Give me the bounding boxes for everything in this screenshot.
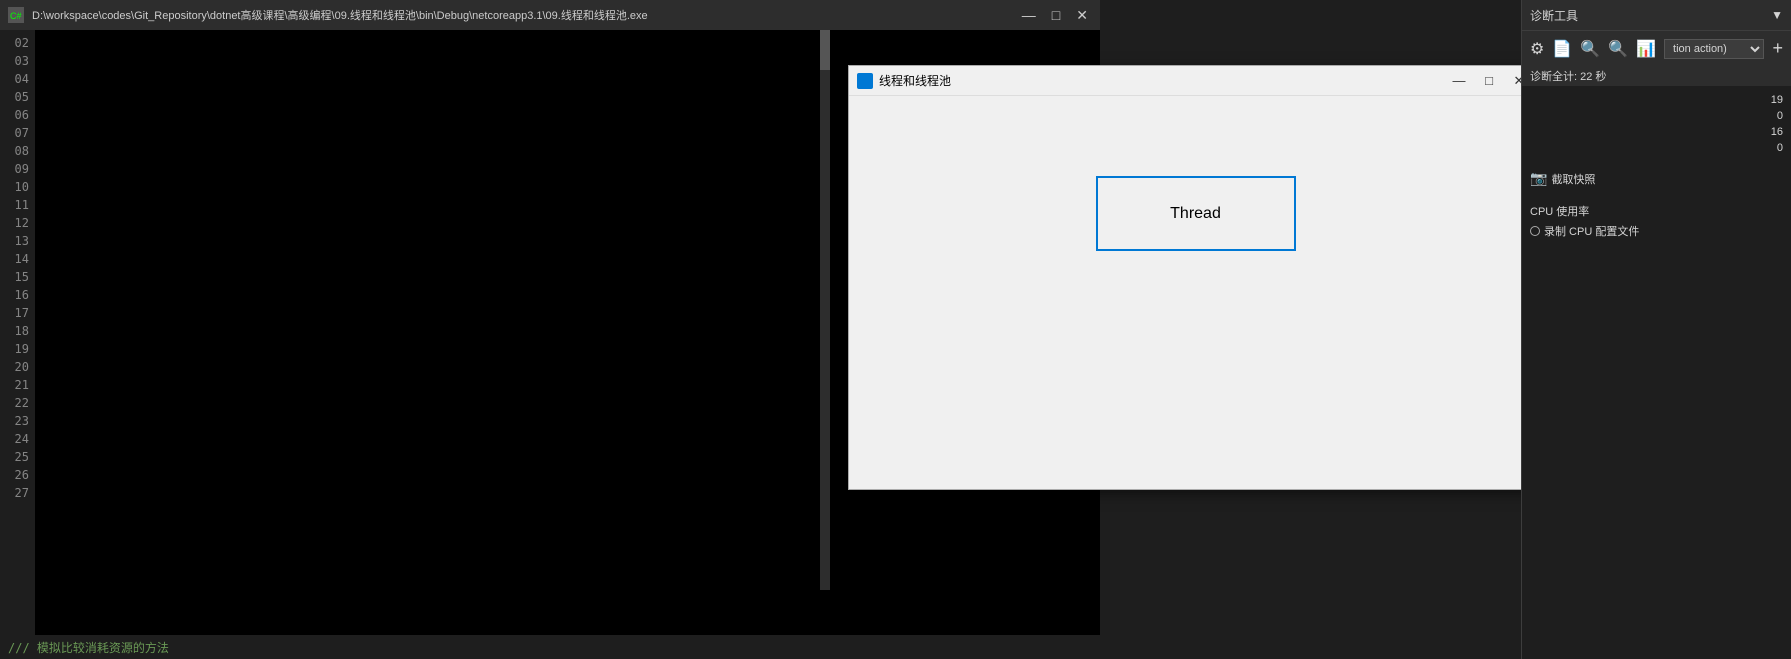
line-numbers: 0203040506070809101112131415161718192021… (0, 30, 35, 659)
scrollbar-thumb[interactable] (820, 30, 830, 70)
snapshot-section: 📷 截取快照 (1530, 170, 1783, 187)
line-number: 25 (15, 448, 29, 466)
line-number: 03 (15, 52, 29, 70)
line-number: 22 (15, 394, 29, 412)
line-number: 02 (15, 34, 29, 52)
record-cpu-label: 录制 CPU 配置文件 (1544, 223, 1639, 239)
chart-icon[interactable]: 📊 (1636, 39, 1656, 59)
diagnostics-summary: 诊断全计: 22 秒 (1522, 66, 1791, 86)
counter-row-4: 0 (1530, 142, 1783, 154)
gear-icon[interactable]: ⚙ (1530, 39, 1544, 59)
doc-icon[interactable]: 📄 (1552, 39, 1572, 59)
diagnostics-body: 19 0 16 0 📷 截取快照 CPU 使用率 (1522, 86, 1791, 659)
counter-val-3: 16 (1771, 126, 1783, 138)
bottom-code-bar: /// 模拟比较消耗资源的方法 (0, 635, 1100, 659)
wpf-window: 线程和线程池 — □ ✕ Thread (848, 65, 1543, 490)
line-number: 19 (15, 340, 29, 358)
snapshot-btn[interactable]: 📷 截取快照 (1530, 170, 1783, 187)
snapshot-icon: 📷 (1530, 170, 1547, 187)
line-number: 23 (15, 412, 29, 430)
record-cpu-btn[interactable]: 录制 CPU 配置文件 (1530, 223, 1783, 239)
counter-row-1: 19 (1530, 94, 1783, 106)
diagnostics-panel: 诊断工具 ▼ ⚙ 📄 🔍 🔍 📊 tion action) + 诊断全计: 22… (1521, 0, 1791, 659)
diagnostics-title: 诊断工具 (1530, 7, 1578, 24)
line-number: 21 (15, 376, 29, 394)
counter-val-1: 19 (1771, 94, 1783, 106)
counter-row-2: 0 (1530, 110, 1783, 122)
diagnostics-counters: 19 0 16 0 (1530, 94, 1783, 154)
cpu-section: CPU 使用率 录制 CPU 配置文件 (1530, 203, 1783, 239)
code-comment: /// 模拟比较消耗资源的方法 (8, 639, 169, 656)
counter-val-2: 0 (1777, 110, 1783, 122)
line-number: 06 (15, 106, 29, 124)
console-title-path: D:\workspace\codes\Git_Repository\dotnet… (32, 7, 1010, 23)
console-close-btn[interactable]: ✕ (1072, 7, 1092, 24)
line-number: 14 (15, 250, 29, 268)
wpf-minimize-btn[interactable]: — (1444, 67, 1474, 95)
line-number: 13 (15, 232, 29, 250)
cpu-section-title: CPU 使用率 (1530, 203, 1783, 219)
wpf-title-bar: 线程和线程池 — □ ✕ (849, 66, 1542, 96)
line-number: 08 (15, 142, 29, 160)
line-number: 11 (15, 196, 29, 214)
console-title-bar: C# D:\workspace\codes\Git_Repository\dot… (0, 0, 1100, 30)
zoom-icon[interactable]: 🔍 (1608, 39, 1628, 59)
search-icon[interactable]: 🔍 (1580, 39, 1600, 59)
action-dropdown[interactable]: tion action) (1664, 39, 1764, 59)
snapshot-label: 截取快照 (1551, 171, 1595, 187)
line-number: 17 (15, 304, 29, 322)
wpf-app-icon (857, 73, 873, 89)
wpf-maximize-btn[interactable]: □ (1474, 67, 1504, 95)
diagnostics-header: 诊断工具 ▼ (1522, 0, 1791, 30)
thread-button[interactable]: Thread (1096, 176, 1296, 251)
line-number: 04 (15, 70, 29, 88)
counter-row-3: 16 (1530, 126, 1783, 138)
console-minimize-btn[interactable]: — (1018, 7, 1040, 23)
line-number: 27 (15, 484, 29, 502)
record-radio (1530, 226, 1540, 236)
line-number: 15 (15, 268, 29, 286)
line-number: 20 (15, 358, 29, 376)
counter-val-4: 0 (1777, 142, 1783, 154)
line-number: 26 (15, 466, 29, 484)
line-number: 07 (15, 124, 29, 142)
diag-expand-icon[interactable]: ▼ (1771, 8, 1783, 22)
line-number: 12 (15, 214, 29, 232)
line-number: 16 (15, 286, 29, 304)
add-action-btn[interactable]: + (1772, 38, 1783, 59)
diagnostics-toolbar: ⚙ 📄 🔍 🔍 📊 tion action) + (1522, 30, 1791, 66)
console-icon: C# (8, 7, 24, 23)
diagnostics-summary-text: 诊断全计: 22 秒 (1530, 68, 1606, 84)
console-maximize-btn[interactable]: □ (1048, 7, 1064, 23)
line-number: 18 (15, 322, 29, 340)
line-number: 24 (15, 430, 29, 448)
wpf-body: Thread (849, 96, 1542, 489)
line-number: 10 (15, 178, 29, 196)
svg-text:C#: C# (10, 11, 22, 21)
line-number: 05 (15, 88, 29, 106)
line-number: 09 (15, 160, 29, 178)
wpf-window-title: 线程和线程池 (879, 72, 1444, 89)
vertical-scrollbar[interactable] (820, 30, 830, 590)
